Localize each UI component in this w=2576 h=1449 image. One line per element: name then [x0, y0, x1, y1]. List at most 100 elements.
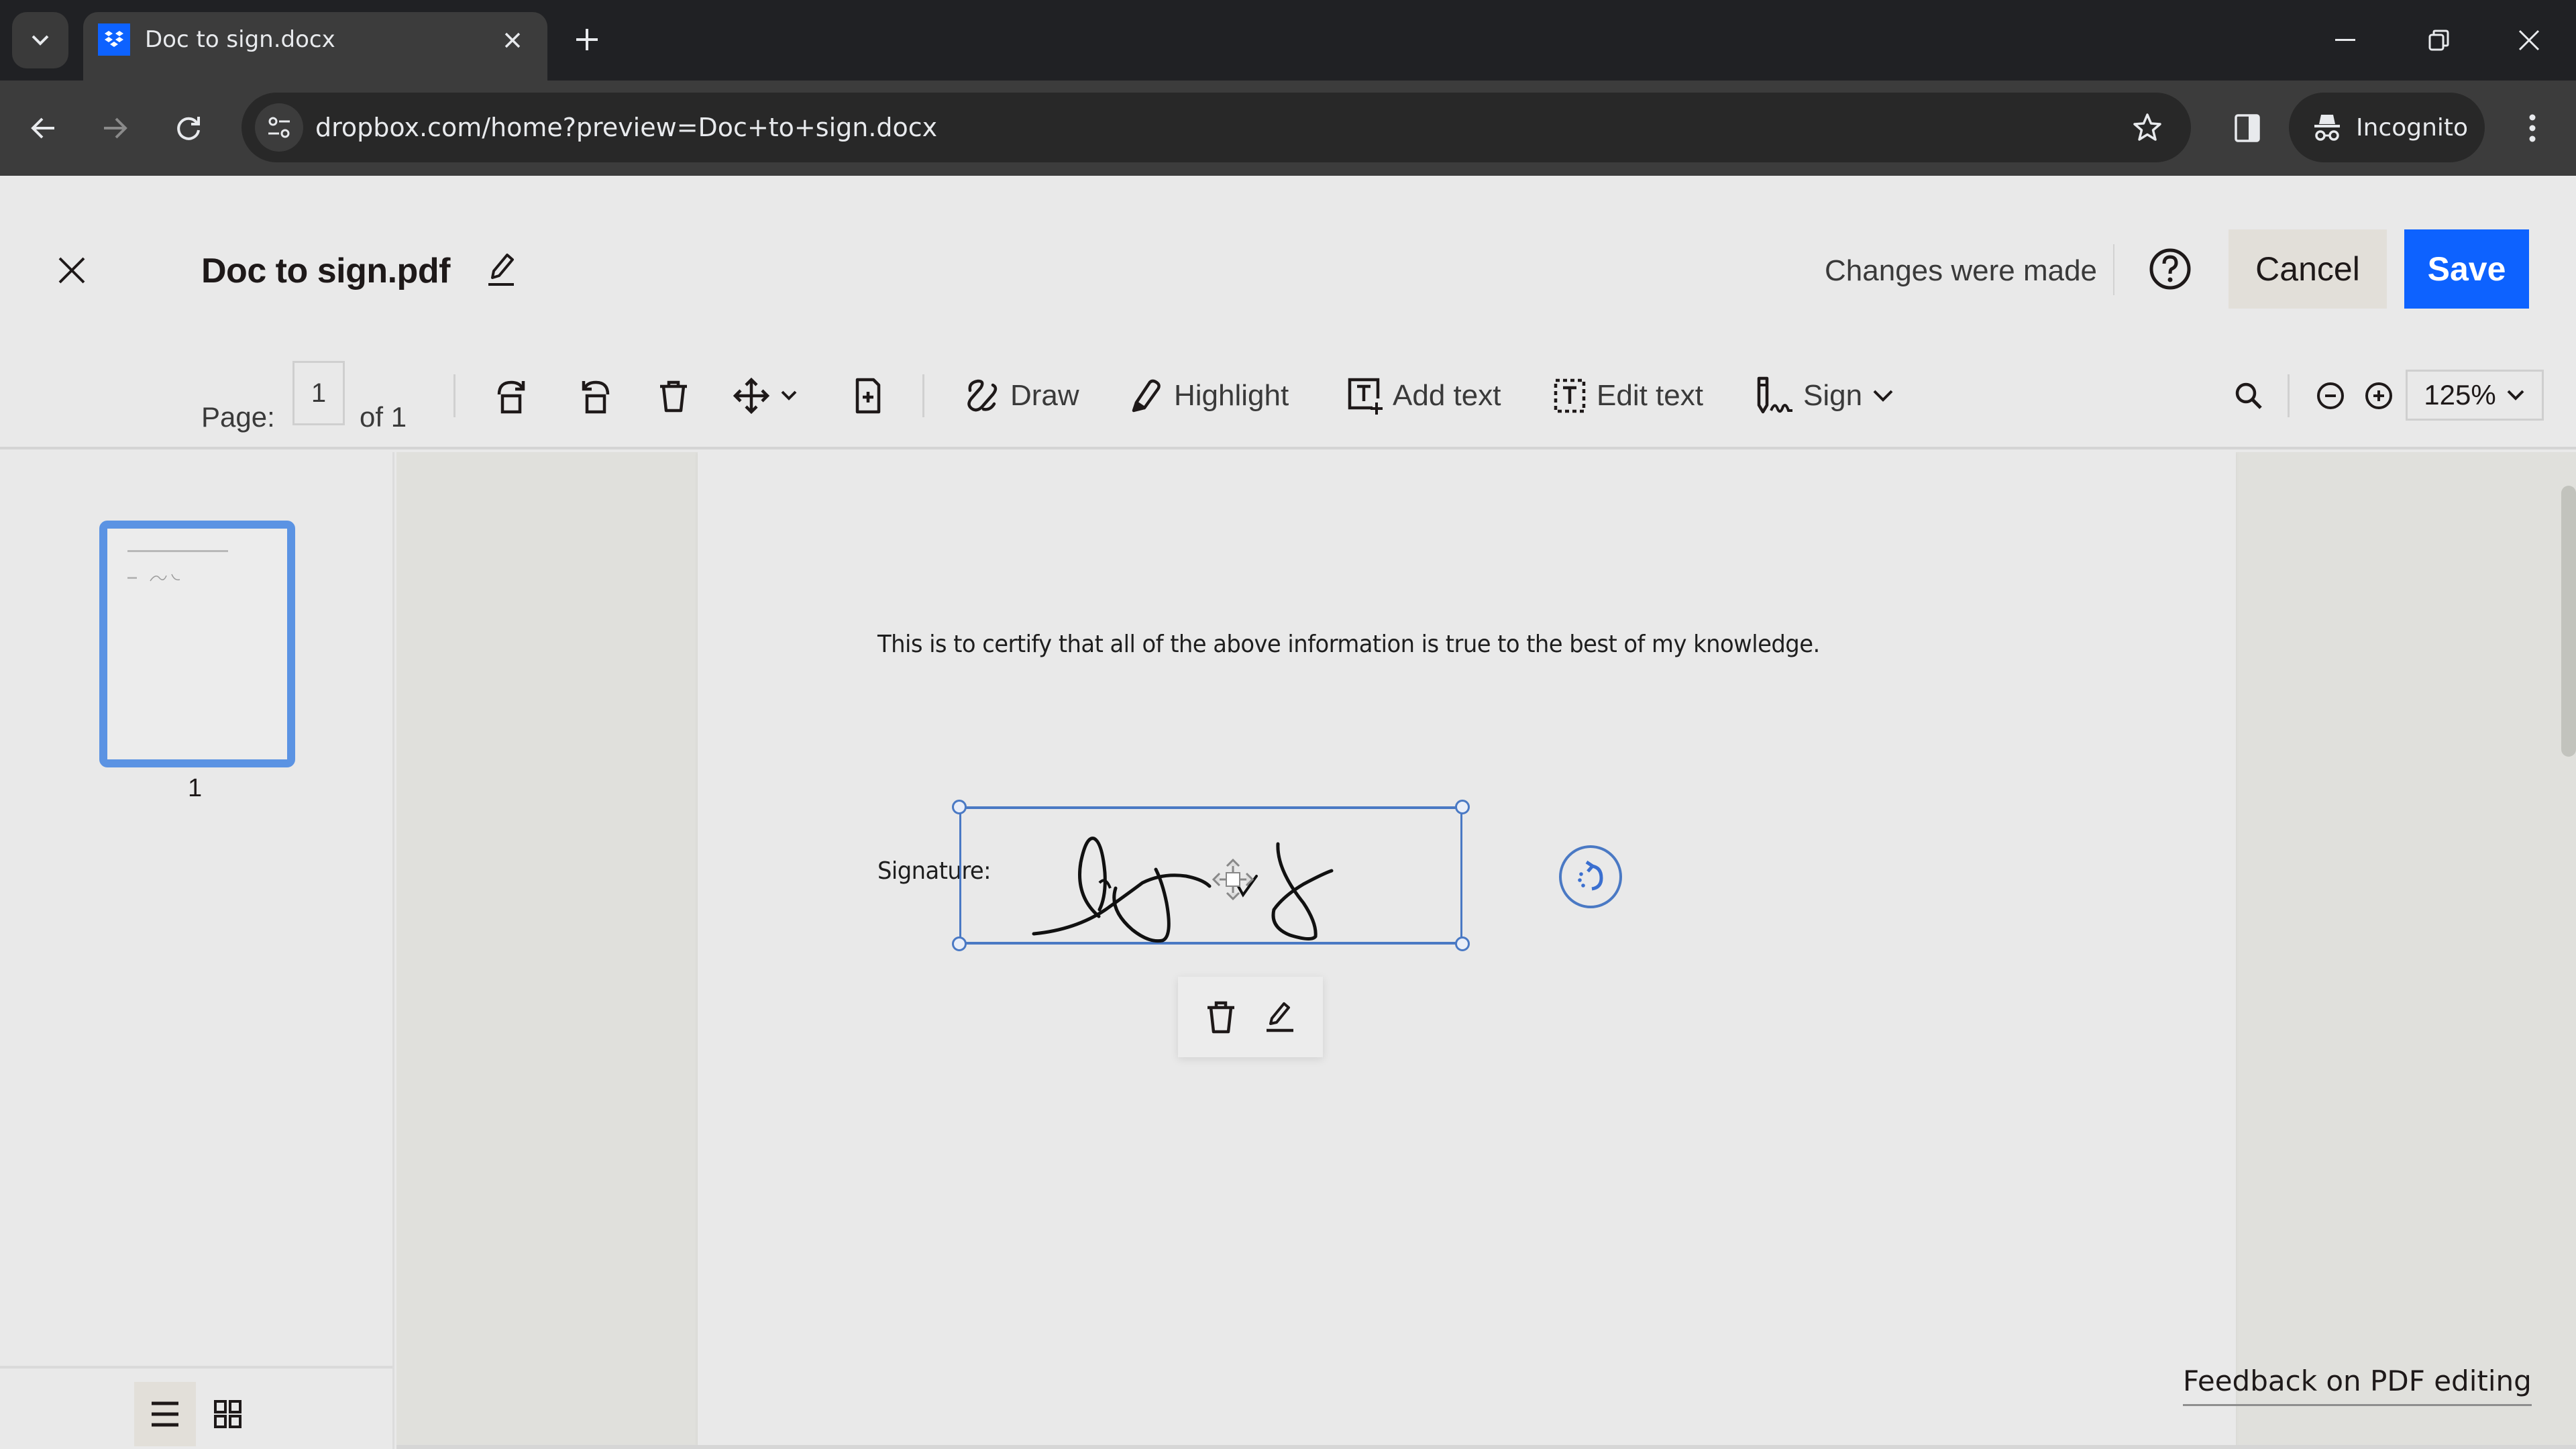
page-label: Page: [201, 401, 275, 433]
move-page-button[interactable] [733, 374, 806, 417]
highlight-tool-label: Highlight [1174, 379, 1289, 412]
trash-icon [660, 380, 687, 413]
tab-search-button[interactable] [12, 12, 68, 68]
rotate-icon [1578, 860, 1603, 891]
change-status-text: Changes were made [1825, 254, 2098, 287]
thumbnail-text-line [127, 577, 137, 579]
site-info-button[interactable] [255, 103, 303, 152]
close-editor-button[interactable] [52, 251, 91, 290]
resize-handle-bottom-right[interactable] [1455, 936, 1470, 951]
chevron-down-icon [32, 35, 49, 46]
pencil-icon [1267, 1002, 1293, 1032]
forward-button[interactable] [91, 105, 138, 152]
draw-icon [967, 379, 998, 412]
thumbnail-text-line [127, 550, 228, 552]
add-text-tool-button[interactable]: Add text [1346, 372, 1501, 420]
add-text-icon [1348, 378, 1383, 415]
rename-button[interactable] [482, 250, 519, 290]
rotate-counterclockwise-button[interactable] [573, 374, 616, 417]
edit-text-icon [1554, 378, 1586, 413]
page-number-input[interactable] [292, 361, 345, 425]
vertical-scrollbar[interactable] [2561, 486, 2576, 757]
save-button[interactable]: Save [2404, 229, 2529, 309]
draw-tool-button[interactable]: Draw [963, 372, 1079, 420]
arrow-left-icon [31, 117, 54, 139]
page-thumbnail[interactable] [99, 521, 295, 767]
browser-tab-active[interactable]: Doc to sign.docx [83, 12, 547, 80]
zoom-in-icon [2365, 382, 2392, 409]
signature-annotation[interactable] [952, 800, 1470, 951]
sign-tool-button[interactable]: Sign [1754, 372, 1894, 420]
cancel-button[interactable]: Cancel [2229, 229, 2387, 309]
arrow-right-icon [104, 117, 127, 139]
certification-text[interactable]: This is to certify that all of the above… [877, 631, 1820, 658]
thumbnail-signature [150, 574, 180, 582]
edit-annotation-button[interactable] [1264, 1000, 1296, 1034]
delete-page-button[interactable] [652, 374, 695, 417]
side-panel-icon [2235, 114, 2260, 142]
back-button[interactable] [20, 105, 67, 152]
sign-icon [1757, 376, 1792, 414]
minimize-icon [2335, 39, 2355, 41]
annotation-context-toolbar [1178, 977, 1323, 1057]
page-count: of 1 [360, 401, 407, 433]
resize-handle-top-right[interactable] [1455, 800, 1470, 814]
edit-text-tool-button[interactable]: Edit text [1552, 372, 1703, 420]
document-canvas: This is to certify that all of the above… [396, 452, 2576, 1449]
zoom-out-button[interactable] [2309, 374, 2352, 417]
question-circle-icon [2149, 248, 2191, 290]
zoom-out-icon [2317, 382, 2344, 409]
close-window-button[interactable] [2509, 20, 2549, 60]
dropbox-icon [98, 23, 130, 56]
reload-button[interactable] [165, 105, 212, 152]
horizontal-scrollbar[interactable] [396, 1445, 2576, 1449]
view-mode-bar [0, 1366, 392, 1449]
close-icon [504, 32, 521, 48]
browser-menu-button[interactable] [2509, 105, 2556, 152]
resize-handle-top-left[interactable] [952, 800, 967, 814]
search-button[interactable] [2227, 374, 2270, 417]
rotate-annotation-button[interactable] [1559, 845, 1622, 908]
restore-button[interactable] [2419, 20, 2459, 60]
list-view-button[interactable] [134, 1382, 196, 1446]
incognito-icon [2314, 115, 2340, 141]
list-icon [152, 1401, 178, 1427]
chevron-down-icon [781, 390, 797, 400]
browser-tab-strip: Doc to sign.docx [0, 0, 2576, 80]
rotate-counterclockwise-icon [582, 380, 610, 414]
grid-view-button[interactable] [201, 1382, 255, 1446]
toolbar-divider [922, 374, 924, 417]
search-icon [2235, 382, 2262, 409]
resize-handle-bottom-left[interactable] [952, 936, 967, 951]
address-bar[interactable]: dropbox.com/home?preview=Doc+to+sign.doc… [241, 93, 2191, 162]
new-tab-button[interactable] [570, 23, 604, 56]
zoom-in-button[interactable] [2357, 374, 2400, 417]
bookmark-button[interactable] [2131, 111, 2164, 144]
incognito-indicator[interactable]: Incognito [2289, 93, 2485, 162]
tab-close-button[interactable] [499, 27, 526, 54]
incognito-label: Incognito [2356, 113, 2469, 142]
zoom-level-dropdown[interactable]: 125% [2406, 370, 2544, 421]
feedback-link[interactable]: Feedback on PDF editing [2183, 1364, 2532, 1406]
edit-text-tool-label: Edit text [1597, 379, 1703, 412]
highlight-tool-button[interactable]: Highlight [1130, 372, 1289, 420]
chevron-down-icon [2507, 390, 2524, 400]
pdf-page[interactable]: This is to certify that all of the above… [698, 452, 2236, 1449]
add-text-tool-label: Add text [1393, 379, 1501, 412]
url-text[interactable]: dropbox.com/home?preview=Doc+to+sign.doc… [315, 111, 937, 144]
browser-toolbar: dropbox.com/home?preview=Doc+to+sign.doc… [0, 80, 2576, 176]
star-icon [2133, 113, 2161, 141]
insert-page-icon [855, 378, 881, 414]
insert-page-button[interactable] [847, 374, 890, 417]
reload-icon [177, 117, 200, 140]
minimize-button[interactable] [2325, 20, 2365, 60]
delete-annotation-button[interactable] [1205, 1000, 1237, 1034]
help-button[interactable] [2147, 246, 2194, 292]
rotate-clockwise-button[interactable] [491, 374, 534, 417]
move-icon [733, 377, 797, 415]
trash-icon [1208, 1001, 1234, 1034]
close-icon [58, 257, 85, 284]
tune-icon [268, 117, 290, 138]
tab-title: Doc to sign.docx [145, 26, 335, 53]
side-panel-button[interactable] [2224, 105, 2271, 152]
